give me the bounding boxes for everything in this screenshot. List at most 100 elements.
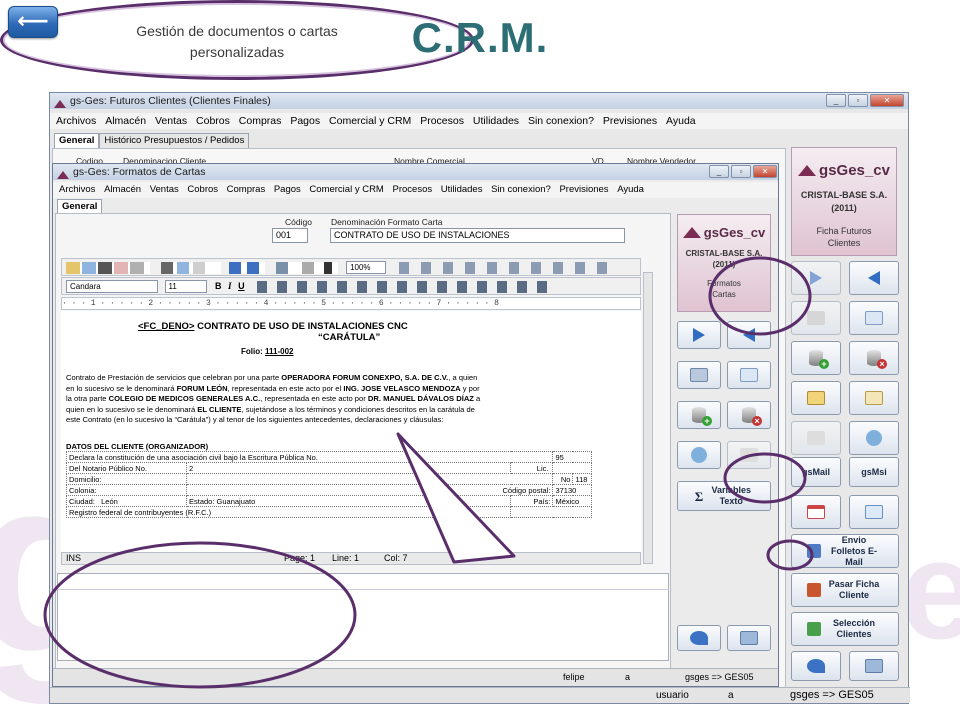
toolbar-icons-align[interactable] [257, 280, 558, 293]
inner-menu-ventas[interactable]: Ventas [150, 184, 179, 195]
gsmsi-button[interactable]: gsMsi [849, 457, 899, 487]
table-cell[interactable]: Domicilio: [66, 473, 187, 485]
inner-return-button[interactable] [677, 625, 721, 651]
menu-cobros[interactable]: Cobros [196, 115, 230, 127]
table-cell[interactable]: Ciudad: León [66, 495, 187, 507]
menu-ayuda[interactable]: Ayuda [666, 115, 696, 127]
table-cell[interactable]: Declara la constitución de una asociació… [65, 451, 554, 463]
minimize-button[interactable]: _ [826, 94, 846, 107]
inner-undo-button[interactable] [727, 361, 771, 389]
inner-menu-almacen[interactable]: Almacén [104, 184, 141, 195]
undo-button[interactable] [849, 301, 899, 335]
table-cell[interactable]: Del Notario Público No. [66, 462, 187, 474]
copy-button[interactable] [791, 421, 841, 455]
return-button[interactable] [791, 651, 841, 681]
denominacion-field[interactable]: CONTRATO DE USO DE INSTALACIONES [330, 228, 625, 243]
toolbar-icons-file[interactable] [66, 261, 150, 274]
bold-button[interactable]: B [215, 281, 222, 291]
menu-ventas[interactable]: Ventas [155, 115, 187, 127]
document-scrollbar[interactable] [643, 272, 653, 564]
table-cell[interactable] [510, 506, 592, 518]
inner-menu-archivos[interactable]: Archivos [59, 184, 95, 195]
inner-menu-procesos[interactable]: Procesos [393, 184, 433, 195]
table-cell[interactable]: Código postal: [185, 484, 554, 496]
table-cell[interactable] [552, 462, 592, 474]
notes-button[interactable] [791, 381, 841, 415]
seleccion-clientes-button[interactable]: Selección Clientes [791, 612, 899, 646]
maximize-button[interactable]: ▫ [848, 94, 868, 107]
exit-button[interactable] [849, 651, 899, 681]
inner-copy-button[interactable] [727, 441, 771, 469]
notes-area[interactable] [57, 573, 669, 661]
table-cell[interactable]: 118 [572, 473, 592, 485]
menu-sin-conexion[interactable]: Sin conexion? [528, 115, 594, 127]
toolbar-icons-edit[interactable] [160, 261, 221, 274]
globe-button[interactable] [849, 421, 899, 455]
table-cell[interactable]: 37130 [552, 484, 592, 496]
inner-close-button[interactable]: ✕ [753, 165, 777, 178]
menu-almacen[interactable]: Almacén [105, 115, 146, 127]
inner-menu-previsiones[interactable]: Previsiones [559, 184, 608, 195]
codigo-field[interactable]: 001 [272, 228, 308, 243]
table-cell[interactable]: País: [510, 495, 554, 507]
link-button[interactable] [849, 495, 899, 529]
menu-pagos[interactable]: Pagos [290, 115, 320, 127]
inner-edit-button[interactable] [677, 361, 721, 389]
menu-previsiones[interactable]: Previsiones [603, 115, 657, 127]
inner-menu-comercial-crm[interactable]: Comercial y CRM [309, 184, 383, 195]
menu-utilidades[interactable]: Utilidades [473, 115, 519, 127]
inner-next-button[interactable] [677, 321, 721, 349]
envio-folletos-button[interactable]: Envio Folletos E-Mail [791, 534, 899, 568]
table-cell[interactable]: Estado: Guanajuato [185, 495, 512, 507]
previous-button[interactable] [849, 261, 899, 295]
menu-comercial-crm[interactable]: Comercial y CRM [329, 115, 411, 127]
document-edit-button[interactable] [849, 381, 899, 415]
table-cell[interactable]: Colonia: [66, 484, 187, 496]
table-cell[interactable]: México [552, 495, 592, 507]
zoom-select[interactable]: 100% [346, 261, 387, 275]
table-cell[interactable]: 95 [552, 451, 592, 463]
inner-tab-general[interactable]: General [57, 199, 103, 214]
document-page[interactable]: <FC_DENO> CONTRATO DE USO DE INSTALACION… [61, 311, 641, 552]
menu-archivos[interactable]: Archivos [56, 115, 96, 127]
inner-minimize-button[interactable]: _ [709, 165, 729, 178]
delete-record-button[interactable]: × [849, 341, 899, 375]
tab-general[interactable]: General [54, 133, 100, 148]
inner-menu-compras[interactable]: Compras [227, 184, 266, 195]
size-select[interactable]: 11 [164, 280, 207, 294]
inner-menu-cobros[interactable]: Cobros [187, 184, 218, 195]
toolbar-icons-insert[interactable] [398, 261, 619, 274]
menu-compras[interactable]: Compras [239, 115, 282, 127]
underline-button[interactable]: U [238, 281, 245, 291]
table-cell[interactable]: Registro federal de contribuyentes (R.F.… [65, 506, 512, 518]
toolbar-icons-undo[interactable] [229, 261, 266, 274]
menu-procesos[interactable]: Procesos [420, 115, 464, 127]
gsmail-button[interactable]: gsMail [791, 457, 841, 487]
inner-previous-button[interactable] [727, 321, 771, 349]
next-button[interactable] [791, 261, 841, 295]
pasar-ficha-button[interactable]: Pasar Ficha Cliente [791, 573, 899, 607]
variables-texto-button[interactable]: Σ Variables Texto [677, 481, 771, 511]
add-record-button[interactable]: + [791, 341, 841, 375]
toolbar-icons-format[interactable] [275, 261, 338, 274]
calendar-button[interactable] [791, 495, 841, 529]
italic-button[interactable]: I [228, 281, 232, 291]
inner-delete-button[interactable]: × [727, 401, 771, 429]
inner-exit-button[interactable] [727, 625, 771, 651]
tab-historico[interactable]: Histórico Presupuestos / Pedidos [99, 133, 250, 148]
inner-add-button[interactable]: + [677, 401, 721, 429]
table-cell[interactable] [185, 473, 554, 485]
font-select[interactable]: Candara [66, 280, 158, 294]
inner-menu-sin-conexion[interactable]: Sin conexion? [491, 184, 551, 195]
brand-logo: gsGes_cv [792, 162, 896, 179]
inner-menu-ayuda[interactable]: Ayuda [617, 184, 644, 195]
edit-button[interactable] [791, 301, 841, 335]
table-cell[interactable]: 2 [185, 462, 512, 474]
inner-maximize-button[interactable]: ▫ [731, 165, 751, 178]
table-cell[interactable]: No [552, 473, 574, 485]
close-button[interactable]: ✕ [870, 94, 904, 107]
inner-menu-pagos[interactable]: Pagos [274, 184, 301, 195]
inner-menu-utilidades[interactable]: Utilidades [441, 184, 483, 195]
table-cell[interactable]: Lic. [510, 462, 554, 474]
inner-globe-button[interactable] [677, 441, 721, 469]
